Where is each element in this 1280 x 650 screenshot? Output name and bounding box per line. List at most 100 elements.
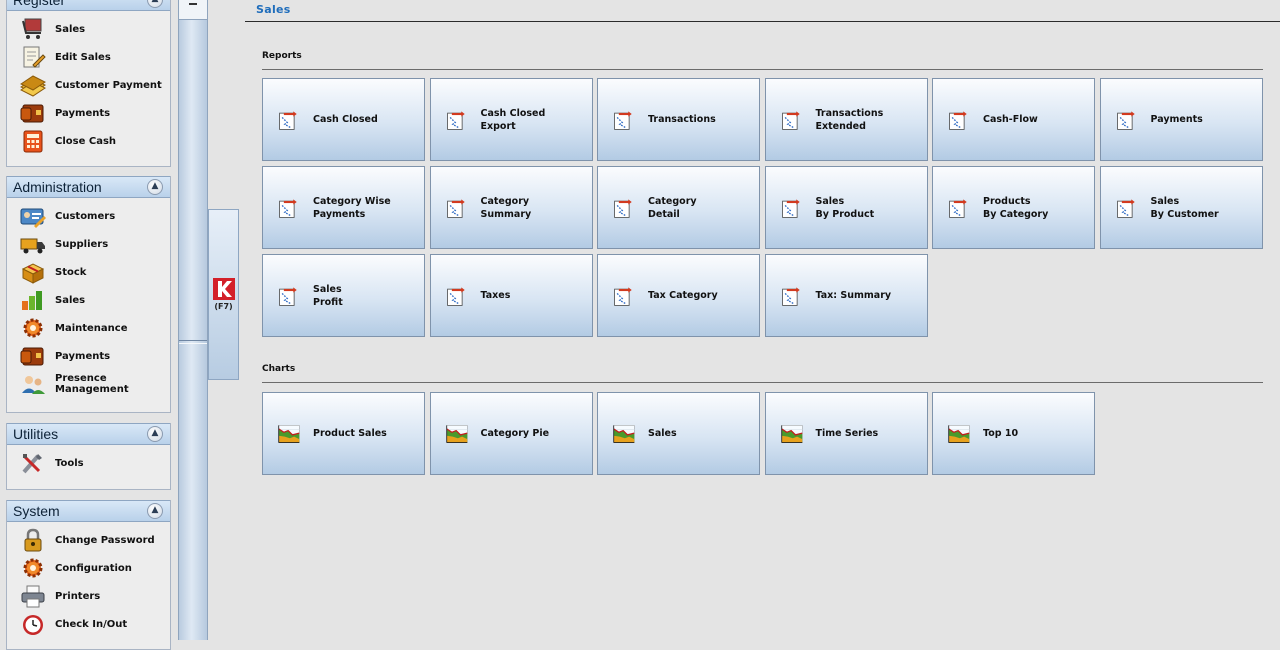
section-title-reports: Reports: [262, 51, 302, 61]
collapse-icon[interactable]: ▲: [147, 426, 163, 442]
title-divider: [245, 21, 1280, 22]
panel-title: System: [13, 503, 60, 519]
panel-utilities: Utilities ▲ Tools: [6, 423, 171, 490]
report-button-sales-profit[interactable]: Sales Profit: [262, 254, 425, 337]
report-document-icon: [949, 198, 967, 218]
sidebar-item-customer-payment[interactable]: Customer Payment: [7, 71, 170, 99]
collapse-icon[interactable]: ▲: [147, 179, 163, 195]
tile-label: Taxes: [480, 290, 511, 301]
panel-header-register[interactable]: Register ▲: [7, 0, 170, 11]
report-document-icon: [781, 110, 800, 130]
report-button-transactions[interactable]: Transactions: [597, 78, 760, 161]
shopping-cart-icon: [22, 18, 42, 39]
report-button-category-wise-payments[interactable]: Category Wise Payments: [262, 166, 425, 249]
chart-graph-icon: [948, 424, 970, 443]
sidebar-item-label: Customers: [55, 210, 116, 222]
report-button-cash-flow[interactable]: Cash-Flow: [932, 78, 1095, 161]
report-button-transactions-extended[interactable]: Transactions Extended: [764, 78, 928, 161]
sidebar-item-customers[interactable]: Customers: [7, 202, 170, 230]
sidebar-item-tools[interactable]: Tools: [7, 449, 170, 477]
report-document-icon: [781, 286, 800, 306]
report-document-icon: [614, 198, 632, 218]
report-button-cash-closed-export[interactable]: Cash Closed Export: [429, 78, 593, 161]
chart-button-sales[interactable]: Sales: [597, 392, 760, 475]
sidebar-item-label: Configuration: [55, 562, 132, 574]
sidebar-item-label: Payments: [55, 350, 111, 362]
chart-button-category-pie[interactable]: Category Pie: [429, 392, 593, 475]
sidebar-item-stock[interactable]: Stock: [7, 258, 170, 286]
tools-icon: [22, 454, 42, 474]
sidebar-item-suppliers[interactable]: Suppliers: [7, 230, 170, 258]
splitter-collapse-button[interactable]: [179, 0, 207, 20]
quick-launch-tab[interactable]: (F7): [208, 209, 239, 380]
report-button-taxes[interactable]: Taxes: [429, 254, 593, 337]
chart-button-product-sales[interactable]: Product Sales: [262, 392, 425, 475]
shortcut-key-label: (F7): [214, 302, 233, 311]
panel-header-administration[interactable]: Administration ▲: [7, 176, 170, 198]
edit-document-icon: [23, 46, 46, 68]
report-document-icon: [446, 286, 465, 306]
sidebar-item-payments[interactable]: Payments: [7, 99, 170, 127]
sidebar-item-printers[interactable]: Printers: [7, 582, 170, 610]
report-button-sales-by-customer[interactable]: Sales By Customer: [1099, 166, 1263, 249]
report-document-icon: [279, 110, 297, 130]
splitter-grip[interactable]: [179, 340, 207, 344]
sidebar-item-sales[interactable]: Sales: [7, 286, 170, 314]
chart-graph-icon: [613, 424, 635, 443]
report-button-sales-by-product[interactable]: Sales By Product: [764, 166, 928, 249]
report-button-tax-summary[interactable]: Tax: Summary: [764, 254, 928, 337]
sidebar-item-change-password[interactable]: Change Password: [7, 526, 170, 554]
sidebar-item-maintenance[interactable]: Maintenance: [7, 314, 170, 342]
tile-label: Cash Closed: [313, 114, 378, 125]
main-content: Sales Reports Cash Closed Cash Closed Exp…: [240, 0, 1280, 640]
panel-items-register: Sales Edit Sales Customer Payment Payments C…: [7, 11, 170, 159]
tile-label: Transactions: [648, 114, 716, 125]
sidebar-splitter[interactable]: [178, 0, 208, 640]
panel-items-system: Change Password Configuration Printers Chec…: [7, 522, 170, 642]
report-document-icon: [614, 286, 632, 306]
report-document-icon: [446, 110, 465, 130]
chart-button-time-series[interactable]: Time Series: [764, 392, 928, 475]
report-button-category-detail[interactable]: Category Detail: [597, 166, 760, 249]
section-title-charts: Charts: [262, 364, 296, 374]
sidebar: Register ▲ Sales Edit Sales Customer Payme…: [0, 0, 178, 650]
tile-label: Sales Profit: [313, 283, 343, 308]
report-button-category-summary[interactable]: Category Summary: [429, 166, 593, 249]
tile-label: Sales By Product: [815, 195, 875, 220]
tile-label: Category Pie: [480, 428, 550, 439]
chart-graph-icon: [780, 424, 803, 443]
chart-graph-icon: [445, 424, 468, 443]
chart-button-top-10[interactable]: Top 10: [932, 392, 1095, 475]
report-document-icon: [446, 198, 465, 218]
tile-label: Tax: Summary: [815, 290, 892, 301]
bar-chart-icon: [22, 291, 42, 310]
tile-label: Cash-Flow: [983, 114, 1038, 125]
report-document-icon: [1116, 110, 1135, 130]
collapse-icon[interactable]: ▲: [147, 0, 163, 8]
report-button-products-by-category[interactable]: Products By Category: [932, 166, 1095, 249]
sidebar-item-label: Tools: [55, 457, 84, 469]
wallet-icon: [20, 104, 44, 123]
sidebar-item-label: Customer Payment: [55, 79, 162, 91]
report-button-tax-category[interactable]: Tax Category: [597, 254, 760, 337]
panel-header-utilities[interactable]: Utilities ▲: [7, 423, 170, 445]
section-divider: [262, 69, 1263, 70]
report-button-cash-closed[interactable]: Cash Closed: [262, 78, 425, 161]
panel-header-system[interactable]: System ▲: [7, 500, 170, 522]
clock-icon: [23, 615, 43, 635]
tile-label: Time Series: [815, 428, 879, 439]
sidebar-item-configuration[interactable]: Configuration: [7, 554, 170, 582]
customer-card-icon: [20, 208, 46, 228]
sidebar-item-close-cash[interactable]: Close Cash: [7, 127, 170, 155]
sidebar-item-label: Sales: [55, 23, 86, 35]
collapse-icon[interactable]: ▲: [147, 503, 163, 519]
brand-logo-icon: [212, 278, 235, 300]
sidebar-item-edit-sales[interactable]: Edit Sales: [7, 43, 170, 71]
sidebar-item-presence-management[interactable]: Presence Management: [7, 370, 170, 398]
report-document-icon: [279, 198, 297, 218]
minus-icon: [189, 3, 197, 5]
sidebar-item-payments[interactable]: Payments: [7, 342, 170, 370]
sidebar-item-check-in-out[interactable]: Check In/Out: [7, 610, 170, 638]
sidebar-item-sales[interactable]: Sales: [7, 15, 170, 43]
report-button-payments[interactable]: Payments: [1099, 78, 1263, 161]
